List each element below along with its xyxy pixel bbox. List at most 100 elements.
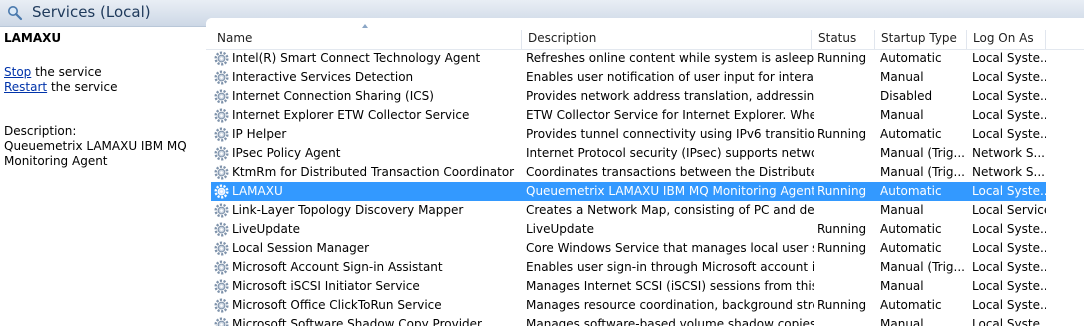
service-status (817, 163, 877, 182)
service-startup-type: Manual (880, 108, 924, 122)
service-log-on-as: Local Syste... (972, 51, 1046, 65)
service-status: Running (817, 222, 867, 236)
restart-action: Restart the service (4, 80, 117, 94)
service-gear-icon (214, 260, 229, 275)
service-startup-type: Manual (880, 70, 924, 84)
service-description: Internet Protocol security (IPsec) suppo… (526, 146, 814, 160)
service-name: Intel(R) Smart Connect Technology Agent (232, 51, 481, 65)
service-status (817, 201, 877, 220)
service-gear-icon (214, 203, 229, 218)
service-description: Core Windows Service that manages local … (526, 241, 814, 255)
service-description: Refreshes online content while system is… (526, 51, 814, 65)
service-gear-icon (214, 317, 229, 326)
service-description: Provides tunnel connectivity using IPv6 … (526, 127, 814, 141)
service-startup-type: Disabled (880, 89, 933, 103)
service-startup-type: Automatic (880, 184, 942, 198)
service-status (817, 106, 877, 125)
service-startup-type: Manual (880, 279, 924, 293)
service-description: Provides network address translation, ad… (526, 89, 814, 103)
extended-pane: LAMAXU Stop the service Restart the serv… (0, 27, 206, 326)
service-status: Running (817, 51, 867, 65)
service-gear-icon (214, 89, 229, 104)
service-gear-icon (214, 165, 229, 180)
service-row[interactable]: Microsoft iSCSI Initiator Service Manages… (211, 277, 1046, 296)
service-name: KtmRm for Distributed Transaction Coordi… (232, 165, 515, 179)
service-gear-icon (214, 108, 229, 123)
service-name: Link-Layer Topology Discovery Mapper (232, 203, 464, 217)
service-status (817, 68, 877, 87)
service-row[interactable]: IPsec Policy Agent Internet Protocol secu… (211, 144, 1046, 163)
stop-action: Stop the service (4, 65, 102, 79)
service-row[interactable]: Interactive Services Detection Enables us… (211, 68, 1046, 87)
service-gear-icon (214, 70, 229, 85)
service-status: Running (817, 184, 867, 198)
column-header-name[interactable]: Name (211, 30, 522, 49)
service-startup-type: Automatic (880, 222, 942, 236)
service-log-on-as: Local Syste... (972, 260, 1046, 274)
service-startup-type: Automatic (880, 298, 942, 312)
service-log-on-as: Local Syste... (972, 222, 1046, 236)
service-gear-icon (214, 127, 229, 142)
service-log-on-as: Local Syste... (972, 127, 1046, 141)
service-log-on-as: Local Service (972, 203, 1046, 217)
service-startup-type: Automatic (880, 241, 942, 255)
service-startup-type: Manual (880, 203, 924, 217)
service-gear-icon (214, 279, 229, 294)
service-description: Enables user notification of user input … (526, 70, 814, 84)
service-log-on-as: Network S... (972, 165, 1045, 179)
service-row[interactable]: Intel(R) Smart Connect Technology Agent R… (211, 49, 1046, 68)
service-status (817, 277, 877, 296)
service-gear-icon (214, 298, 229, 313)
service-description: Enables user sign-in through Microsoft a… (526, 260, 814, 274)
service-row[interactable]: Microsoft Account Sign-in Assistant Enabl… (211, 258, 1046, 277)
service-name: IP Helper (232, 127, 287, 141)
service-name: LiveUpdate (232, 222, 300, 236)
service-row[interactable]: LiveUpdate LiveUpdate Running Automatic Loca… (211, 220, 1046, 239)
service-row[interactable]: IP Helper Provides tunnel connectivity us… (211, 125, 1046, 144)
column-header-description[interactable]: Description (522, 30, 812, 49)
service-startup-type: Automatic (880, 127, 942, 141)
service-description: Manages resource coordination, backgroun… (526, 298, 814, 312)
service-status (817, 315, 877, 326)
service-row[interactable]: Microsoft Office ClickToRun Service Manag… (211, 296, 1046, 315)
service-name: Microsoft Software Shadow Copy Provider (232, 317, 482, 326)
service-row[interactable]: KtmRm for Distributed Transaction Coordi… (211, 163, 1046, 182)
service-log-on-as: Local Syste... (972, 184, 1046, 198)
service-name: Internet Connection Sharing (ICS) (232, 89, 434, 103)
column-header-row: Name Description Status Startup Type Log… (206, 18, 1084, 50)
service-status: Running (817, 127, 867, 141)
service-status: Running (817, 298, 867, 312)
restart-action-text: the service (47, 80, 118, 94)
sort-ascending-icon (362, 24, 368, 28)
service-row[interactable]: Internet Connection Sharing (ICS) Provide… (211, 87, 1046, 106)
service-description: Manages software-based volume shadow cop… (526, 317, 814, 326)
service-name: Interactive Services Detection (232, 70, 414, 84)
service-gear-icon (214, 184, 229, 199)
service-name: Local Session Manager (232, 241, 370, 255)
service-row[interactable]: Internet Explorer ETW Collector Service E… (211, 106, 1046, 125)
column-header-startup-type[interactable]: Startup Type (875, 30, 967, 49)
column-header-status[interactable]: Status (812, 30, 875, 49)
service-row[interactable]: Link-Layer Topology Discovery Mapper Crea… (211, 201, 1046, 220)
service-log-on-as: Network S... (972, 146, 1045, 160)
services-list: Name Description Status Startup Type Log… (206, 18, 1084, 326)
service-row[interactable]: Microsoft Software Shadow Copy Provider M… (211, 315, 1046, 326)
restart-link[interactable]: Restart (4, 80, 47, 94)
service-log-on-as: Local Syste... (972, 108, 1046, 122)
service-gear-icon (214, 222, 229, 237)
stop-link[interactable]: Stop (4, 65, 31, 79)
window-title: Services (Local) (32, 3, 151, 21)
service-startup-type: Automatic (880, 51, 942, 65)
service-description: LiveUpdate (526, 222, 594, 236)
service-description: Queuemetrix LAMAXU IBM MQ Monitoring Age… (526, 184, 814, 198)
column-header-log-on-as[interactable]: Log On As (967, 30, 1046, 49)
service-startup-type: Manual (Trig... (880, 146, 965, 160)
service-description: ETW Collector Service for Internet Explo… (526, 108, 814, 122)
service-description: Manages Internet SCSI (iSCSI) sessions f… (526, 279, 814, 293)
description-text: Queuemetrix LAMAXU IBM MQ Monitoring Age… (4, 139, 187, 168)
service-startup-type: Manual (Trig... (880, 260, 965, 274)
service-row[interactable]: LAMAXU Queuemetrix LAMAXU IBM MQ Monitori… (211, 182, 1046, 201)
service-name: Microsoft iSCSI Initiator Service (232, 279, 420, 293)
service-status (817, 87, 877, 106)
service-row[interactable]: Local Session Manager Core Windows Servic… (211, 239, 1046, 258)
